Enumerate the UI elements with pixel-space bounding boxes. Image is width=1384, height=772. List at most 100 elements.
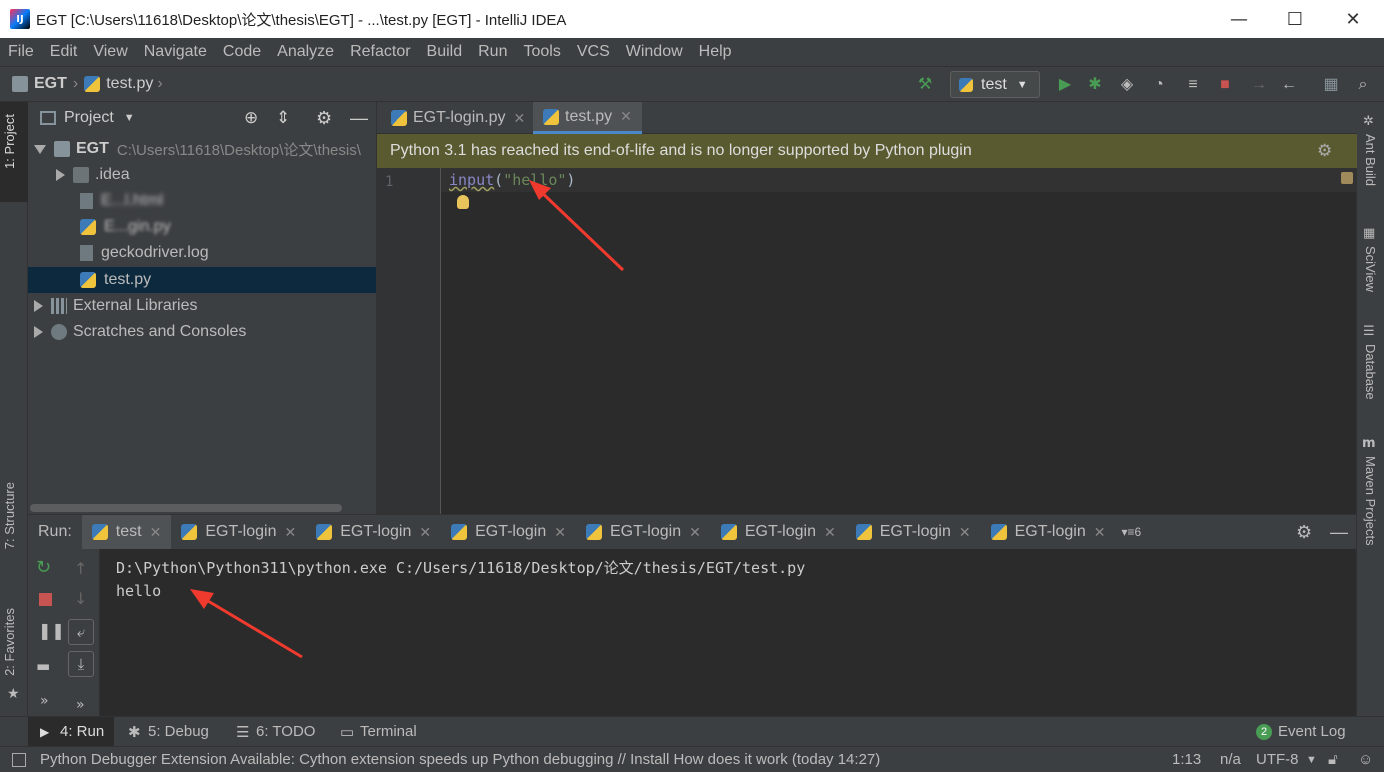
toggle-tool-windows-icon[interactable] [12,752,26,767]
more-tabs-button[interactable]: ▾≡6 [1121,525,1141,539]
chevron-down-icon[interactable]: ▼ [124,112,135,124]
lightbulb-icon[interactable] [457,195,469,209]
line-separator[interactable]: n/a [1220,751,1241,768]
close-window-button[interactable]: ✕ [1324,0,1382,38]
tab-project[interactable]: 1: Project [2,114,17,169]
maximize-button[interactable]: ☐ [1266,0,1324,38]
tab-structure[interactable]: 7: Structure [2,482,17,549]
gear-icon[interactable]: ⚙ [1296,522,1312,543]
status-message[interactable]: Python Debugger Extension Available: Cyt… [40,751,880,768]
up-arrow-icon[interactable]: ↑ [74,559,87,578]
cursor-position[interactable]: 1:13 [1172,751,1201,768]
run-icon[interactable]: ▶ [1056,76,1074,94]
tab-favorites[interactable]: 2: Favorites [2,608,17,676]
tab-ant-build[interactable]: Ant Build [1363,134,1378,186]
inspector-icon[interactable]: ☺ [1358,751,1373,768]
run-configuration-select[interactable]: test ▼ [950,71,1040,98]
collapse-arrow-icon[interactable] [56,169,65,181]
back-arrow-icon[interactable]: ← [1280,76,1298,94]
more-actions-icon[interactable]: » [76,697,85,713]
menu-analyze[interactable]: Analyze [269,43,342,61]
close-icon[interactable]: ✕ [419,524,431,541]
run-tab-egt-login[interactable]: EGT-login ✕ [171,515,306,549]
locate-target-icon[interactable]: ⊕ [244,108,258,128]
tree-item-html[interactable]: E...l.html [28,188,376,214]
tab-sciview[interactable]: SciView [1363,246,1378,292]
tree-item-test-py[interactable]: test.py [28,267,376,293]
horizontal-scrollbar[interactable] [30,504,342,512]
close-icon[interactable]: ✕ [689,524,701,541]
hide-panel-icon[interactable]: — [1330,522,1348,543]
debug-bug-icon[interactable]: ✱ [1086,76,1104,94]
close-icon[interactable]: ✕ [1094,524,1106,541]
run-tab-test[interactable]: test ✕ [81,515,172,549]
run-tab-egt-login[interactable]: EGT-login ✕ [441,515,576,549]
close-icon[interactable]: ✕ [824,524,836,541]
code-line-1[interactable]: input("hello") [449,171,575,189]
run-tab-egt-login[interactable]: EGT-login ✕ [306,515,441,549]
forward-arrow-icon[interactable]: → [1250,76,1268,94]
run-console[interactable]: D:\Python\Python311\python.exe C:/Users/… [100,549,1356,717]
menu-tools[interactable]: Tools [515,43,568,61]
menu-run[interactable]: Run [470,43,515,61]
search-icon[interactable]: ⌕ [1354,76,1372,94]
close-icon[interactable]: ✕ [620,108,632,125]
breadcrumb-project[interactable]: EGT [34,75,67,93]
collapse-all-icon[interactable]: ⇕ [276,108,290,128]
project-structure-icon[interactable]: ▦ [1322,76,1340,94]
close-icon[interactable]: ✕ [554,524,566,541]
tab-maven-projects[interactable]: Maven Projects [1363,456,1378,546]
menu-refactor[interactable]: Refactor [342,43,418,61]
run-tab-egt-login[interactable]: EGT-login ✕ [576,515,711,549]
more-actions-icon[interactable]: » [40,693,49,709]
down-arrow-icon[interactable]: ↓ [74,589,87,608]
close-icon[interactable]: ✕ [284,524,296,541]
bottom-tab-debug[interactable]: 5: Debug [148,723,209,740]
run-tab-egt-login[interactable]: EGT-login ✕ [846,515,981,549]
project-panel-title[interactable]: Project [64,109,114,127]
gear-icon[interactable]: ⚙ [316,108,332,129]
layout-icon[interactable]: ▬ [36,657,50,675]
hide-panel-icon[interactable]: — [350,108,368,129]
gear-icon[interactable]: ⚙ [1317,141,1332,161]
soft-wrap-icon[interactable]: ⤶ [68,619,94,645]
tab-egt-login-py[interactable]: EGT-login.py ✕ [381,102,535,134]
menu-window[interactable]: Window [618,43,691,61]
stop-icon[interactable] [39,593,52,606]
tree-item-geckodriver-log[interactable]: geckodriver.log [28,240,376,266]
scroll-to-end-icon[interactable]: ⤓ [68,651,94,677]
menu-vcs[interactable]: VCS [569,43,618,61]
menu-edit[interactable]: Edit [42,43,86,61]
code-editor[interactable]: input("hello") [441,168,1357,514]
tree-item-idea[interactable]: .idea [28,162,376,188]
lock-icon[interactable]: 🔓︎ [1328,751,1338,768]
tree-item-scratches[interactable]: Scratches and Consoles [28,319,376,345]
menu-file[interactable]: File [0,43,42,61]
collapse-arrow-icon[interactable] [34,300,43,312]
file-encoding[interactable]: UTF-8 [1256,751,1299,768]
rerun-icon[interactable]: ↻ [36,557,51,578]
bottom-tab-run[interactable]: 4: Run [60,723,104,740]
menu-code[interactable]: Code [215,43,269,61]
stop-icon[interactable]: ■ [1216,76,1234,94]
close-icon[interactable]: ✕ [150,524,162,541]
minimize-button[interactable]: — [1210,0,1268,38]
menu-navigate[interactable]: Navigate [136,43,215,61]
tree-item-egt[interactable]: EGT C:\Users\11618\Desktop\论文\thesis\ [28,136,376,162]
breadcrumb-file[interactable]: test.py [106,75,153,93]
analysis-status-icon[interactable] [1341,172,1353,184]
bottom-tab-event-log[interactable]: Event Log [1278,723,1346,740]
profile-icon[interactable]: ◔ [1150,76,1168,94]
run-tab-egt-login[interactable]: EGT-login ✕ [981,515,1116,549]
collapse-arrow-icon[interactable] [34,326,43,338]
run-tab-egt-login[interactable]: EGT-login ✕ [711,515,846,549]
pause-icon[interactable]: ❚❚ [38,621,65,640]
menu-build[interactable]: Build [419,43,471,61]
bottom-tab-terminal[interactable]: Terminal [360,723,417,740]
menu-view[interactable]: View [85,43,135,61]
tab-database[interactable]: Database [1363,344,1378,400]
close-icon[interactable]: ✕ [959,524,971,541]
expand-arrow-icon[interactable] [34,144,46,154]
build-hammer-icon[interactable]: ⚒ [916,76,934,94]
tree-item-external-libraries[interactable]: External Libraries [28,293,376,319]
